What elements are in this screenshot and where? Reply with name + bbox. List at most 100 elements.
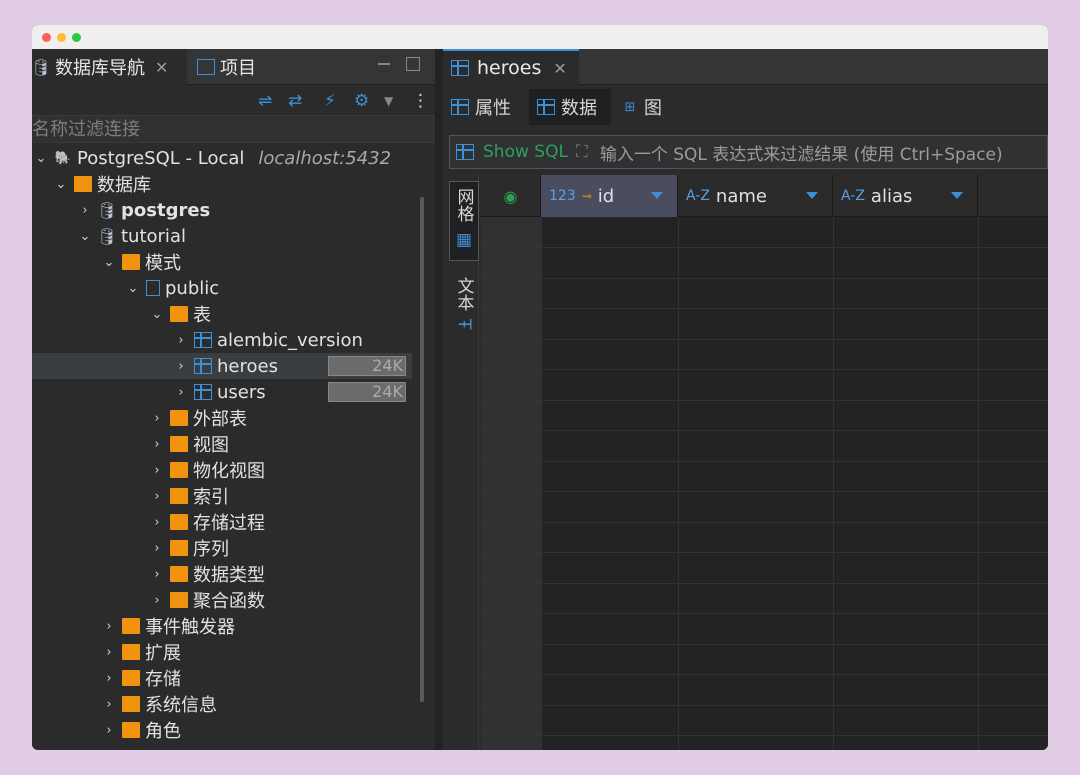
chevron-down-icon[interactable]: ⌄ <box>102 255 116 270</box>
tree-item-heroes[interactable]: › heroes 24K <box>32 353 412 379</box>
chevron-down-icon[interactable]: ⌄ <box>34 151 48 166</box>
sql-filter-bar: Show SQL ⛶ 输入一个 SQL 表达式来过滤结果 (使用 Ctrl+Sp… <box>449 135 1048 169</box>
tree-item-aggregate-functions[interactable]: › 聚合函数 <box>32 587 412 613</box>
more-icon[interactable]: ⋮ <box>412 91 429 111</box>
tree-item-data-types[interactable]: › 数据类型 <box>32 561 412 587</box>
tab-data[interactable]: 数据 <box>529 89 611 125</box>
close-window-button[interactable] <box>42 33 51 42</box>
text-type-icon: A-Z <box>841 188 865 204</box>
tab-text[interactable]: 文本 Ŧ <box>449 271 479 351</box>
tree-item-extensions[interactable]: › 扩展 <box>32 639 412 665</box>
tree-item-public[interactable]: ⌄ public <box>32 275 412 301</box>
app-window: 🛢 数据库导航 ✕ 项目 ⇌ ⇄ ⚡ ⚙ ▼ ⋮ 按名称过滤连接 ⌄ <box>32 25 1048 750</box>
chevron-right-icon[interactable]: › <box>150 515 164 530</box>
chevron-right-icon[interactable]: › <box>174 359 188 374</box>
tab-heroes[interactable]: heroes ✕ <box>443 49 579 85</box>
sql-filter-input[interactable]: 输入一个 SQL 表达式来过滤结果 (使用 Ctrl+Space) <box>600 140 1003 165</box>
maximize-icon[interactable] <box>406 57 420 71</box>
tree-item-alembic-version[interactable]: › alembic_version <box>32 327 412 353</box>
sort-arrow-icon[interactable] <box>806 192 818 199</box>
tree-item-databases[interactable]: ⌄ 数据库 <box>32 171 412 197</box>
user-icon <box>122 722 140 738</box>
folder-icon <box>170 540 188 556</box>
show-sql-button[interactable]: Show SQL <box>483 142 568 162</box>
database-icon: 🛢 <box>96 226 118 246</box>
connection-filter-input[interactable]: 按名称过滤连接 <box>32 115 435 143</box>
tree-item-tables[interactable]: ⌄ 表 <box>32 301 412 327</box>
chevron-down-icon[interactable]: ⌄ <box>150 307 164 322</box>
link-editor-icon[interactable]: ⇄ <box>288 91 302 111</box>
column-header-id[interactable]: 123 ⊸ id <box>541 175 678 217</box>
table-icon <box>194 332 212 348</box>
column-header-alias[interactable]: A-Z alias <box>833 175 978 217</box>
grid-row-line <box>481 521 1048 523</box>
chevron-down-icon[interactable]: ⌄ <box>78 229 92 244</box>
eye-icon <box>170 462 188 478</box>
tree-item-procedures[interactable]: › 存储过程 <box>32 509 412 535</box>
tree-item-views[interactable]: › 视图 <box>32 431 412 457</box>
chevron-right-icon[interactable]: › <box>102 697 116 712</box>
navigator-tabs: 🛢 数据库导航 ✕ 项目 <box>32 49 435 85</box>
close-icon[interactable]: ✕ <box>155 58 168 77</box>
tree-item-schemas[interactable]: ⌄ 模式 <box>32 249 412 275</box>
chevron-right-icon[interactable]: › <box>150 411 164 426</box>
tree-item-materialized-views[interactable]: › 物化视图 <box>32 457 412 483</box>
chevron-right-icon[interactable]: › <box>150 437 164 452</box>
tab-projects[interactable]: 项目 <box>197 49 317 85</box>
tab-properties[interactable]: 属性 <box>443 89 527 125</box>
tree-item-roles[interactable]: › 角色 <box>32 717 412 743</box>
grid-row-line <box>481 308 1048 309</box>
chevron-right-icon[interactable]: › <box>102 645 116 660</box>
chevron-right-icon[interactable]: › <box>102 619 116 634</box>
tree-item-sequences[interactable]: › 序列 <box>32 535 412 561</box>
grid-row-line <box>481 643 1048 645</box>
chevron-right-icon[interactable]: › <box>150 567 164 582</box>
row-selector-header[interactable]: ◉ <box>481 175 541 217</box>
expand-icon[interactable]: ⛶ <box>576 142 588 162</box>
tree-item-indexes[interactable]: › 索引 <box>32 483 412 509</box>
panel-splitter[interactable] <box>435 49 443 750</box>
new-connection-icon[interactable]: ⚡ <box>324 91 336 111</box>
tree-scrollbar[interactable] <box>420 197 424 702</box>
chevron-right-icon[interactable]: › <box>150 489 164 504</box>
chevron-right-icon[interactable]: › <box>150 463 164 478</box>
minimize-window-button[interactable] <box>57 33 66 42</box>
tab-diagram[interactable]: ⊞ 图 <box>613 89 683 125</box>
chevron-right-icon[interactable]: › <box>174 333 188 348</box>
chevron-right-icon[interactable]: › <box>102 671 116 686</box>
close-icon[interactable]: ✕ <box>553 59 566 78</box>
table-icon <box>451 60 469 76</box>
tree-item-storage[interactable]: › 存储 <box>32 665 412 691</box>
chevron-down-icon[interactable]: ▼ <box>384 94 393 108</box>
extension-icon <box>122 644 140 660</box>
chevron-right-icon[interactable]: › <box>174 385 188 400</box>
tree-item-tutorial[interactable]: ⌄ 🛢 tutorial <box>32 223 412 249</box>
tree-item-foreign-tables[interactable]: › 外部表 <box>32 405 412 431</box>
tree-item-connection[interactable]: ⌄ 🐘 PostgreSQL - Local localhost:5432 <box>32 145 412 171</box>
chevron-right-icon[interactable]: › <box>102 723 116 738</box>
title-bar <box>32 25 1048 49</box>
sort-arrow-icon[interactable] <box>951 192 963 199</box>
sort-arrow-icon[interactable] <box>651 192 663 199</box>
folder-icon <box>170 592 188 608</box>
tree-item-users[interactable]: › users 24K <box>32 379 412 405</box>
chevron-down-icon[interactable]: ⌄ <box>54 177 68 192</box>
chevron-right-icon[interactable]: › <box>150 593 164 608</box>
tab-database-navigator[interactable]: 🛢 数据库导航 ✕ <box>32 49 187 85</box>
chevron-right-icon[interactable]: › <box>150 541 164 556</box>
filter-connection-icon[interactable]: ⚙ <box>354 91 369 111</box>
tree-item-postgres[interactable]: › 🛢 postgres <box>32 197 412 223</box>
info-folder-icon <box>122 696 140 712</box>
zoom-window-button[interactable] <box>72 33 81 42</box>
project-icon <box>197 59 215 75</box>
schema-folder-icon <box>122 254 140 270</box>
chevron-right-icon[interactable]: › <box>78 203 92 218</box>
tab-grid[interactable]: 网格 ▦ <box>449 181 479 261</box>
column-header-name[interactable]: A-Z name <box>678 175 833 217</box>
chevron-down-icon[interactable]: ⌄ <box>126 281 140 296</box>
key-icon: ⊸ <box>581 189 592 203</box>
collapse-all-icon[interactable]: ⇌ <box>258 91 272 111</box>
tree-item-event-triggers[interactable]: › 事件触发器 <box>32 613 412 639</box>
minimize-icon[interactable] <box>378 55 390 65</box>
tree-item-system-info[interactable]: › 系统信息 <box>32 691 412 717</box>
